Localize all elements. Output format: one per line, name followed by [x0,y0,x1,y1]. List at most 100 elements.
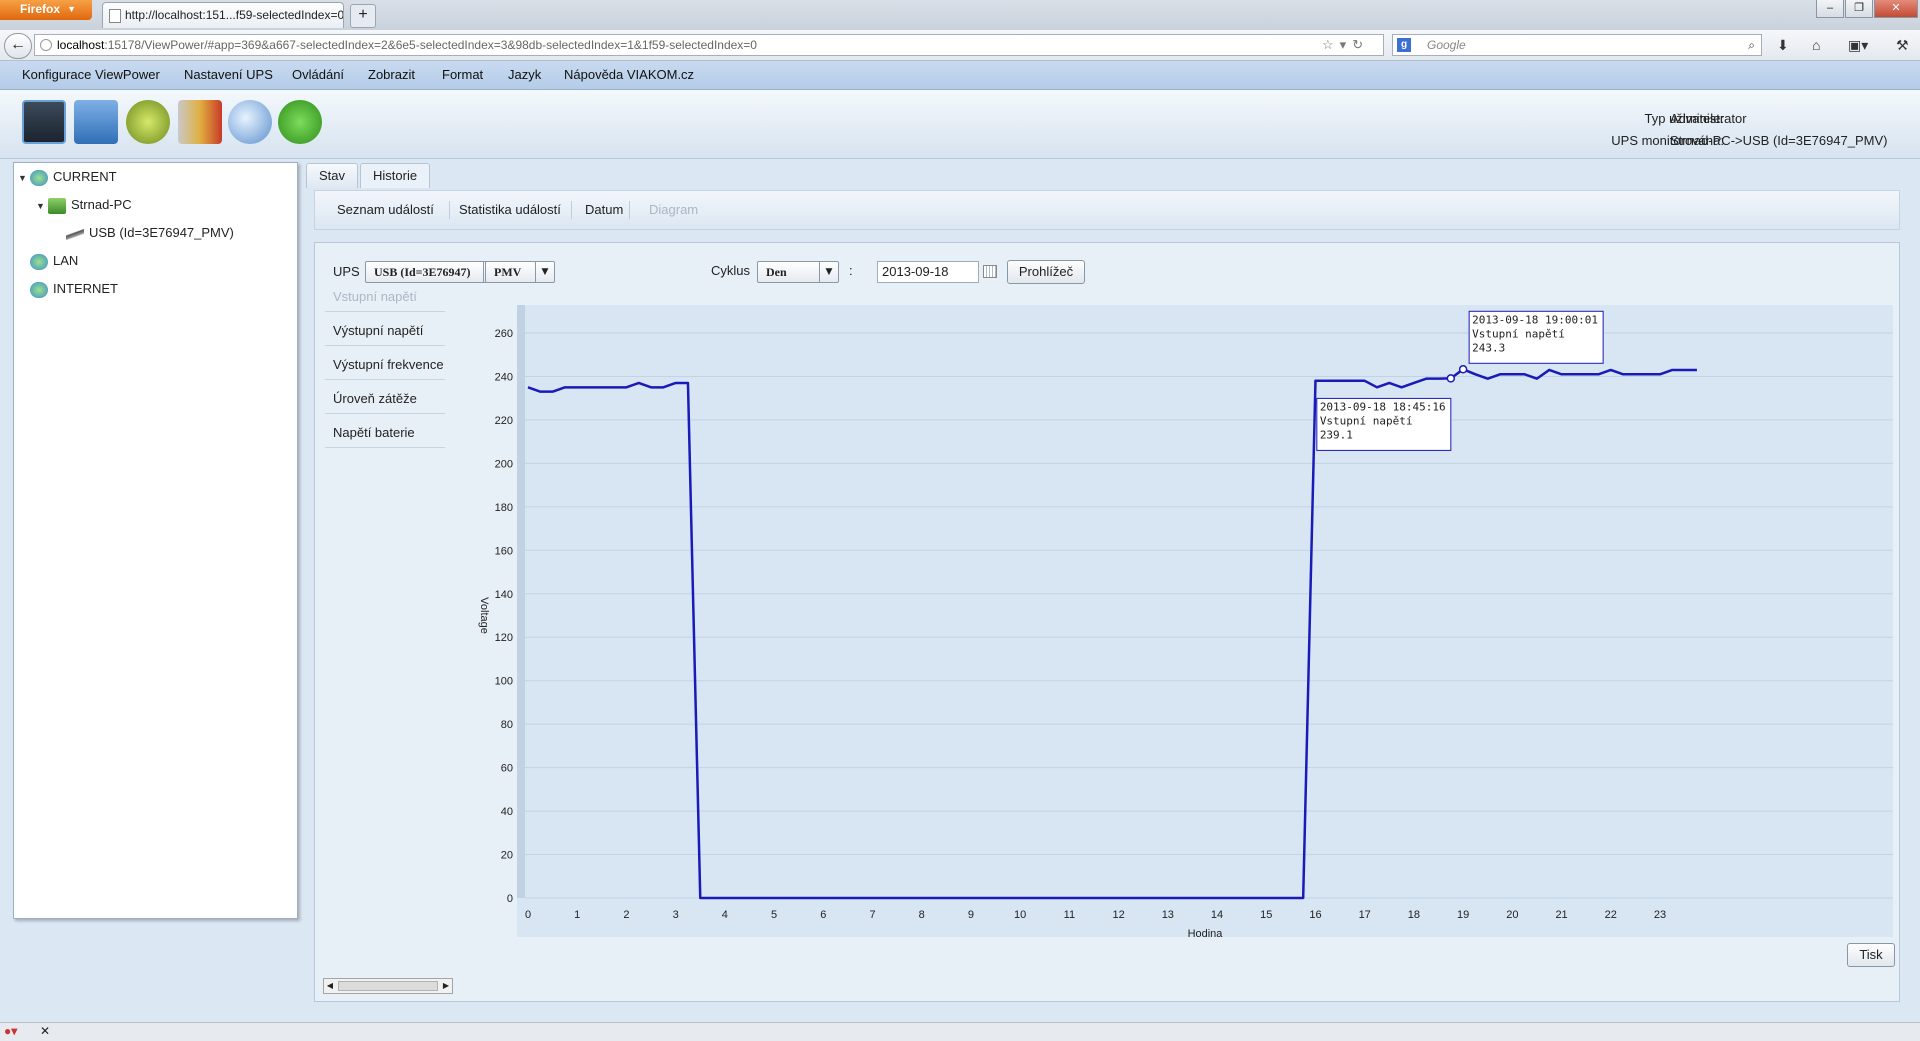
y-tick-label: 0 [507,893,513,905]
x-tick-label: 16 [1309,909,1321,921]
x-tick-label: 0 [525,909,531,921]
home-icon[interactable]: ⌂ [1812,37,1820,53]
tree-label: INTERNET [53,281,118,296]
voltage-chart: 0204060801001201401601802002202402600 1 2 3… [478,305,1893,940]
horizontal-scrollbar[interactable]: ◀ ▶ [323,978,453,994]
new-tab-button[interactable]: + [350,4,376,28]
menu-item-ovladani[interactable]: Ovládání [292,67,344,82]
refresh-icon[interactable] [278,100,322,144]
tooltip: 2013-09-18 19:00:01Vstupní napětí243.3 [1468,310,1604,364]
x-tick-label: 23 [1654,909,1666,921]
y-tick-label: 200 [495,458,513,470]
search-placeholder: Google [1427,38,1466,52]
tooltip-line: 243.3 [1472,341,1505,354]
close-addonbar-icon[interactable]: ✕ [40,1024,50,1038]
firefox-menu-button[interactable]: Firefox ▼ [0,0,92,20]
tree-node-lan[interactable]: LAN [30,253,78,270]
menu-item-zobrazit[interactable]: Zobrazit [368,67,415,82]
x-tick-label: 3 [673,909,679,921]
reload-icon[interactable]: ↻ [1352,37,1369,52]
x-tick-label: 20 [1506,909,1518,921]
y-tick-label: 80 [501,719,513,731]
browser-tab[interactable]: http://localhost:151...f59-selectedIndex… [102,2,344,28]
main-panel: Stav Historie Seznam událostí Statistika… [306,160,1902,1010]
tools-settings-icon[interactable] [74,100,118,144]
dropdown-icon[interactable]: ▾ [1340,37,1353,52]
x-tick-label: 17 [1359,909,1371,921]
close-window-button[interactable]: ✕ [1874,0,1918,18]
maximize-button[interactable]: ❐ [1845,0,1873,18]
tree-node-usb[interactable]: USB (Id=3E76947_PMV) [66,225,234,242]
search-input[interactable]: g Google ⌕ [1392,34,1762,56]
print-button[interactable]: Tisk [1847,943,1895,967]
magnifier-icon[interactable] [228,100,272,144]
y-tick-label: 60 [501,763,513,775]
y-tick-label: 100 [495,676,513,688]
x-tick-label: 9 [968,909,974,921]
user-type-value: Administrator [1670,111,1747,126]
menu-item-konfigurace[interactable]: Konfigurace ViewPower [22,67,160,82]
addon-bar-icon[interactable]: ▣▾ [1848,37,1868,54]
x-tick-label: 21 [1555,909,1567,921]
menu-item-format[interactable]: Format [442,67,483,82]
monitor-icon[interactable] [22,100,66,144]
control-icon[interactable] [126,100,170,144]
adblock-icon[interactable]: ●▾ [4,1024,17,1038]
x-tick-label: 22 [1605,909,1617,921]
y-tick-label: 120 [495,632,513,644]
y-tick-label: 160 [495,545,513,557]
expand-toggle-icon[interactable]: ▼ [36,201,48,211]
network-globe-icon [30,281,48,298]
computer-icon [48,197,66,214]
diagram-content: UPS USB (Id=3E76947) ▼ PMV ▼ Cyklus Den … [314,242,1900,1002]
tree-node-pc[interactable]: ▼ Strnad-PC [36,197,132,214]
tooltip-line: 2013-09-18 18:45:16 [1320,400,1446,413]
download-icon[interactable]: ⬇ [1777,37,1789,54]
url-path: :15178/ViewPower/#app=369&a667-selectedI… [104,38,757,52]
x-tick-label: 5 [771,909,777,921]
scroll-left-icon[interactable]: ◀ [324,979,336,993]
url-bar[interactable]: localhost:15178/ViewPower/#app=369&a667-… [34,34,1384,56]
arrow-left-icon: ← [10,36,26,53]
menu-item-nastaveni-ups[interactable]: Nastavení UPS [184,67,273,82]
x-tick-label: 7 [869,909,875,921]
tree-label: LAN [53,253,79,268]
globe-icon [40,39,52,51]
menu-item-napoveda[interactable]: Nápověda VIAKOM.cz [564,67,694,82]
tree-node-internet[interactable]: INTERNET [30,281,118,298]
scrollbar-thumb[interactable] [338,981,438,991]
google-search-engine-icon[interactable]: g [1397,38,1411,52]
back-button[interactable]: ← [4,33,32,59]
x-tick-label: 13 [1162,909,1174,921]
x-tick-label: 10 [1014,909,1026,921]
y-axis-label: Voltage [478,597,490,634]
y-tick-label: 240 [495,371,513,383]
menu-item-jazyk[interactable]: Jazyk [508,67,541,82]
tab-stav[interactable]: Stav [306,163,359,188]
network-globe-icon [30,169,48,186]
tooltip-line: 2013-09-18 19:00:01 [1472,313,1598,326]
log-icon[interactable] [178,100,222,144]
tree-label: CURRENT [53,169,117,184]
browser-titlebar: Firefox ▼ http://localhost:151...f59-sel… [0,0,1920,31]
tools-icon[interactable]: ⚒ [1896,37,1909,54]
tab-historie[interactable]: Historie [360,163,431,188]
minimize-button[interactable]: ‒ [1816,0,1844,18]
browser-statusbar: ●▾ ✕ [0,1022,1920,1041]
tree-node-current[interactable]: ▼ CURRENT [18,169,117,186]
bookmark-star-icon[interactable]: ☆ [1322,37,1340,52]
subnav-datum[interactable]: Datum [585,202,623,217]
tab-title: http://localhost:151...f59-selectedIndex… [125,8,344,22]
app-menubar: Konfigurace ViewPower Nastavení UPS Ovlá… [0,61,1920,90]
subnav-seznam-udalosti[interactable]: Seznam událostí [337,202,434,217]
expand-toggle-icon[interactable]: ▼ [18,173,30,183]
plot-area [517,305,1893,937]
device-tree: ▼ CURRENT ▼ Strnad-PC USB (Id=3E76947_PMV)… [13,162,298,919]
y-tick-label: 180 [495,502,513,514]
x-axis-label: Hodina [1188,928,1224,940]
scroll-right-icon[interactable]: ▶ [440,979,452,993]
history-subnav: Seznam událostí Statistika událostí Datu… [314,190,1900,230]
x-tick-label: 6 [820,909,826,921]
subnav-statistika-udalosti[interactable]: Statistika událostí [459,202,561,217]
search-icon[interactable]: ⌕ [1748,35,1755,55]
